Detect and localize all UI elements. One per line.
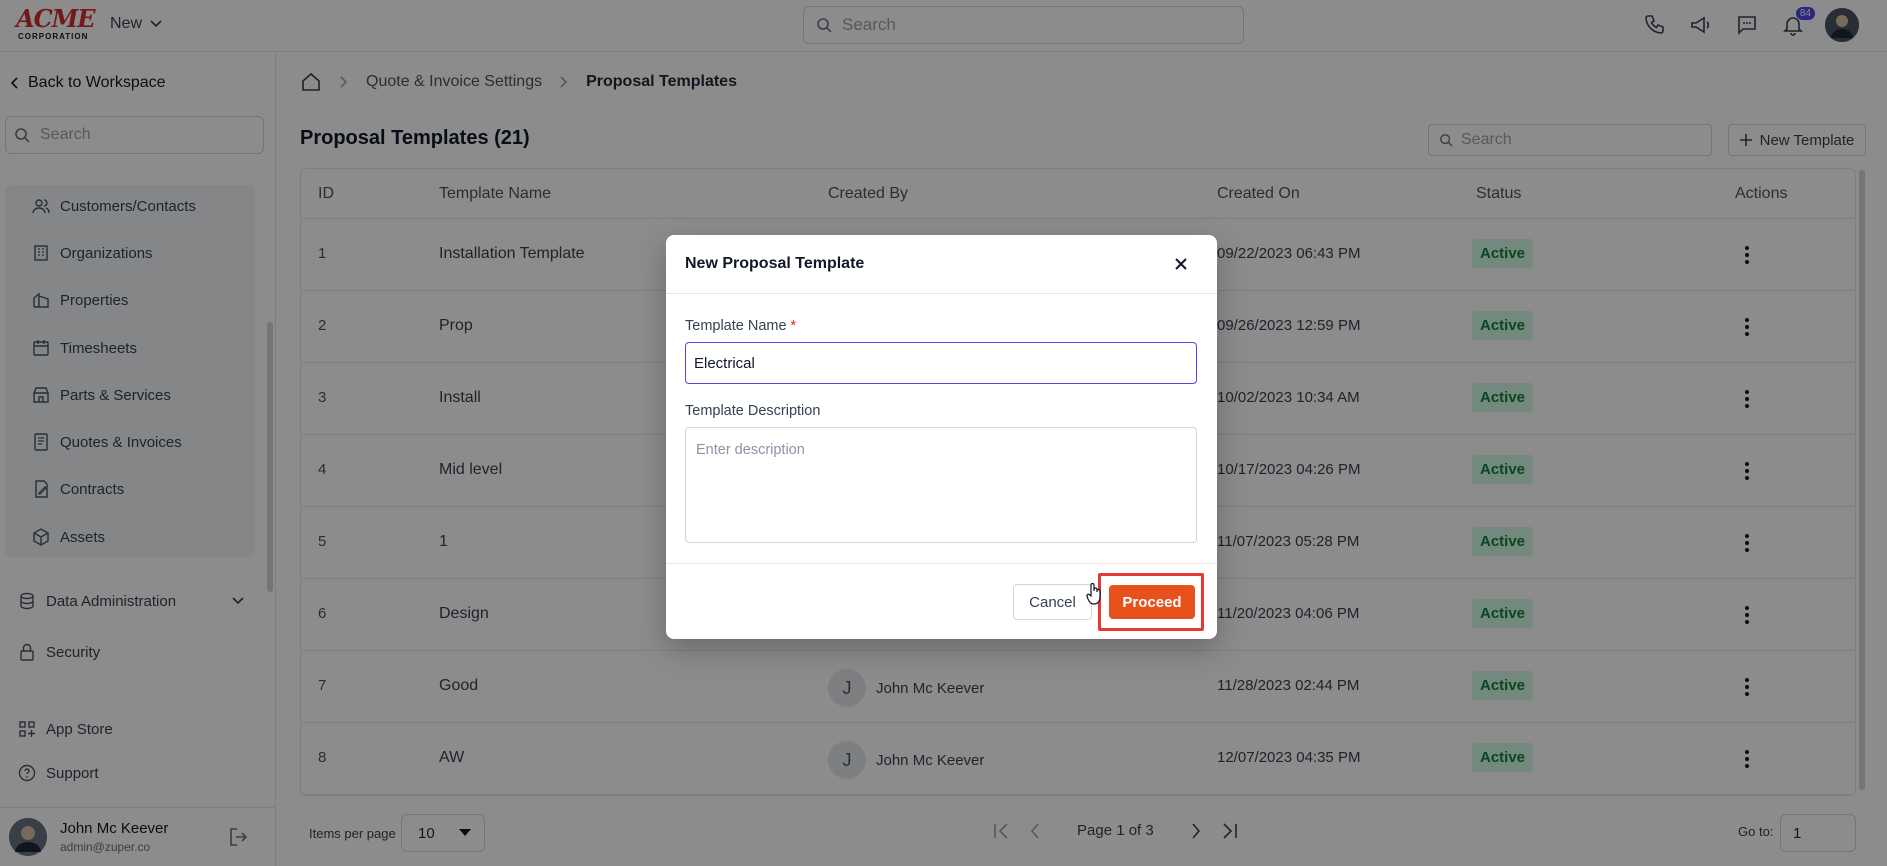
close-icon[interactable] [1170,253,1192,275]
template-name-input[interactable] [685,342,1197,384]
dialog-header: New Proposal Template [666,235,1217,294]
template-name-label-text: Template Name [685,318,787,334]
template-description-input[interactable] [685,427,1197,543]
proceed-button[interactable]: Proceed [1109,585,1195,619]
required-marker: * [790,318,797,334]
template-name-label: Template Name * [685,318,796,334]
mouse-pointer-icon [1086,582,1101,605]
dialog-title: New Proposal Template [685,255,865,272]
template-description-label: Template Description [685,403,821,419]
proceed-highlight: Proceed [1098,573,1204,631]
dialog-footer: Cancel Proceed [666,563,1217,639]
cancel-button[interactable]: Cancel [1013,584,1092,620]
new-proposal-template-dialog: New Proposal Template Template Name* Tem… [666,235,1217,639]
